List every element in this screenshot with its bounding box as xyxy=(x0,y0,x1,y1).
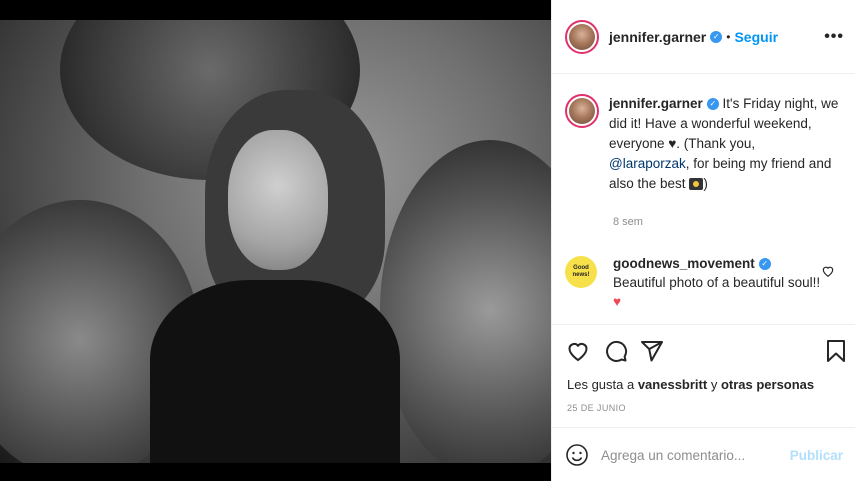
post-time-ago[interactable]: 8 sem xyxy=(613,216,643,228)
post-actions: Les gusta a vanessbritt y otras personas… xyxy=(552,324,855,481)
post-side-panel: jennifer.garner ✓ • Seguir ••• jennifer.… xyxy=(551,0,855,481)
post-date[interactable]: 25 DE JUNIO xyxy=(567,403,626,413)
photo-top-bar xyxy=(0,0,551,20)
comment-icon[interactable] xyxy=(604,339,628,363)
likes-middle: y xyxy=(707,377,721,392)
emoji-icon[interactable] xyxy=(565,443,589,467)
photo-bottom-bar xyxy=(0,463,551,481)
camera-emoji-icon xyxy=(689,178,704,191)
caption-text-3: ) xyxy=(703,176,708,191)
likes-user[interactable]: vanessbritt xyxy=(638,377,707,392)
caption-author-avatar[interactable] xyxy=(565,94,599,128)
follow-button[interactable]: Seguir xyxy=(734,29,778,45)
heart-icon[interactable] xyxy=(566,339,590,363)
share-icon[interactable] xyxy=(640,339,664,363)
more-options-icon[interactable]: ••• xyxy=(824,28,844,46)
verified-badge-icon: ✓ xyxy=(710,30,723,43)
add-comment-bar: Publicar xyxy=(552,427,855,481)
caption-username[interactable]: jennifer.garner xyxy=(609,96,703,111)
comment-item: Good news! goodnews_movement ✓ Beautiful … xyxy=(565,254,845,311)
post-header: jennifer.garner ✓ • Seguir ••• xyxy=(552,0,855,74)
likes-summary: Les gusta a vanessbritt y otras personas xyxy=(567,377,814,392)
commenter-avatar[interactable]: Good news! xyxy=(565,256,597,288)
comment-text: Beautiful photo of a beautiful soul!! xyxy=(613,275,821,290)
small-heart-icon[interactable] xyxy=(821,264,835,278)
caption-mention[interactable]: @laraporzak xyxy=(609,156,686,171)
author-username[interactable]: jennifer.garner xyxy=(609,29,706,45)
post-caption: jennifer.garner ✓ It's Friday night, we d… xyxy=(565,94,845,194)
author-avatar[interactable] xyxy=(565,19,599,54)
publish-button[interactable]: Publicar xyxy=(790,448,843,463)
verified-badge-icon: ✓ xyxy=(758,258,771,271)
likes-prefix: Les gusta a xyxy=(567,377,638,392)
comment-input[interactable] xyxy=(601,447,781,463)
bookmark-icon[interactable] xyxy=(824,339,848,363)
likes-others[interactable]: otras personas xyxy=(721,377,814,392)
post-photo[interactable] xyxy=(0,20,551,463)
verified-badge-icon: ✓ xyxy=(706,98,719,111)
red-heart-emoji: ♥ xyxy=(613,294,622,309)
post-photo-area xyxy=(0,0,551,481)
commenter-username[interactable]: goodnews_movement xyxy=(613,256,755,271)
separator-dot: • xyxy=(726,29,731,44)
